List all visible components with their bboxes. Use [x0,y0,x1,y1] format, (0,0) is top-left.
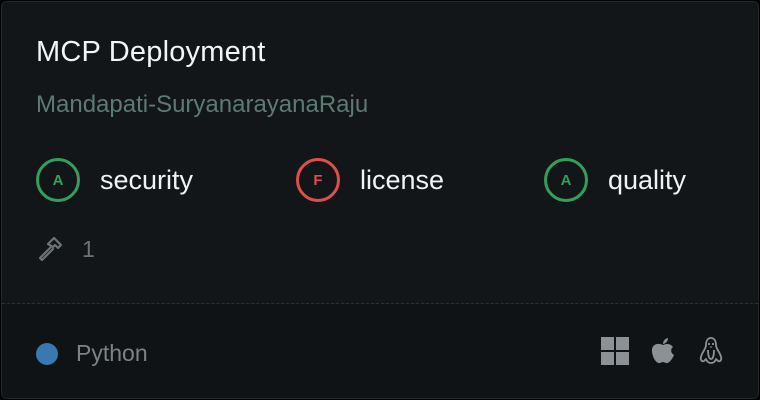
language-label: Python [76,340,148,366]
grade-row: A security F license A quality [36,158,736,202]
hammer-icon [38,236,63,262]
server-card[interactable]: MCP Deployment Mandapati-SuryanarayanaRa… [1,1,759,399]
quality-grade-label: quality [608,164,687,195]
security-grade-label: security [100,164,194,195]
grade-license: F license [296,158,444,202]
platform-icons [582,336,726,366]
license-grade-label: license [360,164,445,195]
grade-security: A security [36,158,193,202]
linux-icon [699,337,723,364]
language-color-dot [36,342,58,365]
quality-grade-badge: A [544,158,588,202]
windows-icon [601,337,629,365]
tools-count-row: 1 [36,232,95,266]
language-indicator: Python [36,340,148,367]
card-title[interactable]: MCP Deployment [36,36,266,69]
apple-icon [651,338,674,364]
grade-quality: A quality [544,158,686,202]
card-author[interactable]: Mandapati-SuryanarayanaRaju [36,91,368,119]
security-grade-badge: A [36,158,80,202]
license-grade-badge: F [296,158,340,202]
card-footer: Python [2,304,758,398]
card-body: MCP Deployment Mandapati-SuryanarayanaRa… [2,2,758,304]
tools-count: 1 [82,235,95,262]
